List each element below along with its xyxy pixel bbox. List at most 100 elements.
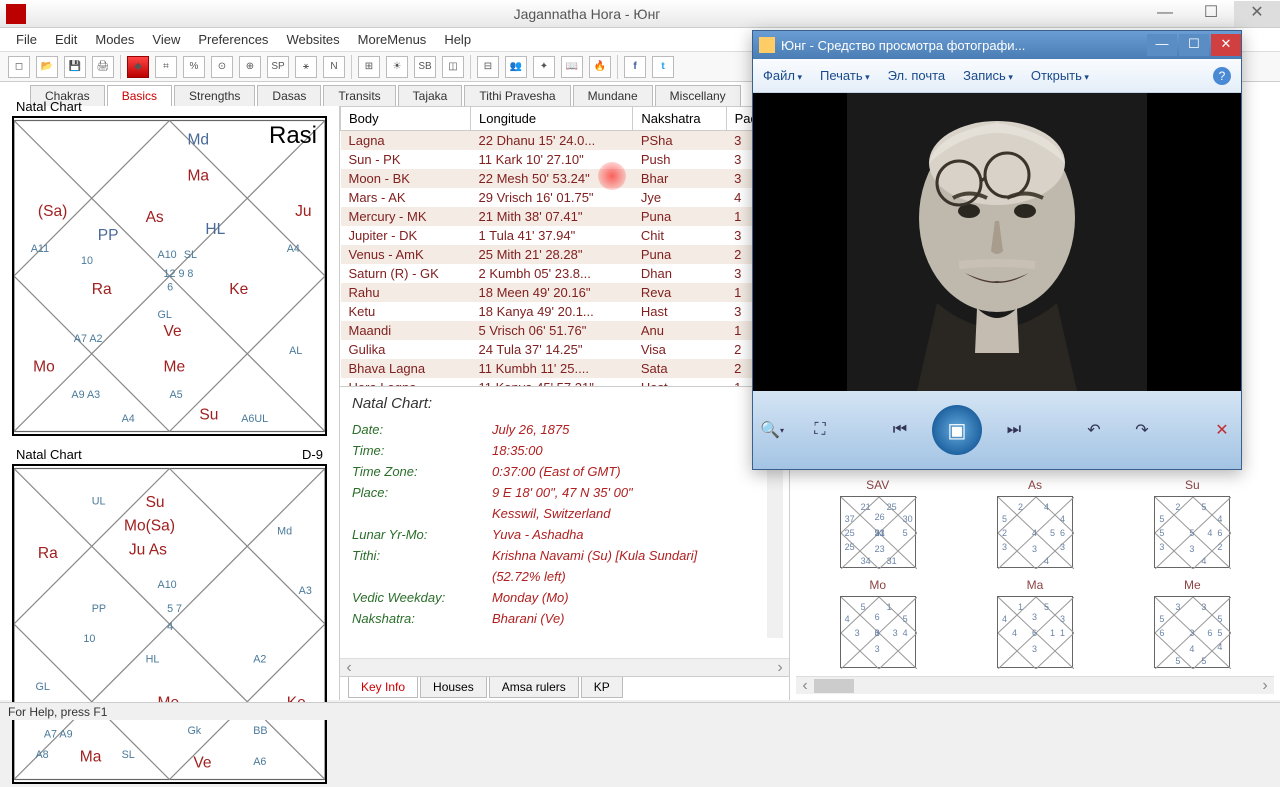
tab-misc[interactable]: Miscellany bbox=[655, 85, 741, 106]
tab-tajaka[interactable]: Tajaka bbox=[398, 85, 463, 106]
grid-icon-3[interactable]: ⊟ bbox=[477, 56, 499, 78]
viewer-menu-record[interactable]: Запись bbox=[963, 68, 1013, 83]
tab-transits[interactable]: Transits bbox=[323, 85, 395, 106]
menu-edit[interactable]: Edit bbox=[47, 30, 85, 49]
mini-chart[interactable]: SAV2125372630259533252334312131 bbox=[804, 478, 951, 568]
mini-chart[interactable]: Ma1543314613 bbox=[961, 578, 1108, 668]
table-row[interactable]: Hora Lagna11 Kanya 45' 57.21"Hast1 bbox=[341, 378, 789, 386]
tool-sb[interactable]: SB bbox=[414, 56, 436, 78]
natal-chart-d9[interactable]: Natal ChartD-9 UL Su Mo(Sa) Md Ra Ju As … bbox=[12, 464, 327, 784]
close-button[interactable]: ✕ bbox=[1234, 1, 1280, 27]
tool-icon-5[interactable]: ✦ bbox=[533, 56, 555, 78]
tool-icon-3[interactable]: ⊕ bbox=[239, 56, 261, 78]
tool-sp[interactable]: SP bbox=[267, 56, 289, 78]
data-icon[interactable]: ⌗ bbox=[155, 56, 177, 78]
tab-tithi[interactable]: Tithi Pravesha bbox=[464, 85, 570, 106]
natal-chart-rasi[interactable]: Natal Chart Rasi Md Ma (Sa) As Ju HL PP … bbox=[12, 116, 327, 436]
tab-mundane[interactable]: Mundane bbox=[573, 85, 653, 106]
viewer-help-icon[interactable]: ? bbox=[1213, 67, 1231, 85]
btab-kp[interactable]: KP bbox=[581, 677, 623, 698]
scrollbar-h-mid[interactable]: ‹› bbox=[340, 658, 789, 676]
fit-button[interactable]: ⛶ bbox=[804, 414, 836, 446]
viewer-maximize[interactable]: ☐ bbox=[1179, 34, 1209, 56]
book-icon[interactable]: 📖 bbox=[561, 56, 583, 78]
svg-text:Ra: Ra bbox=[38, 545, 58, 562]
photo-viewer-window[interactable]: Юнг - Средство просмотра фотографи... — … bbox=[752, 30, 1242, 470]
table-row[interactable]: Maandi5 Vrisch 06' 51.76"Anu1 bbox=[341, 321, 789, 340]
tool-icon-2[interactable]: ⊙ bbox=[211, 56, 233, 78]
prev-button[interactable]: ⏮ bbox=[884, 414, 916, 446]
people-icon[interactable]: 👥 bbox=[505, 56, 527, 78]
open-icon[interactable]: 📂 bbox=[36, 56, 58, 78]
table-row[interactable]: Bhava Lagna11 Kumbh 11' 25....Sata2 bbox=[341, 359, 789, 378]
fire-icon[interactable]: 🔥 bbox=[589, 56, 611, 78]
viewer-title: Юнг - Средство просмотра фотографи... bbox=[781, 38, 1145, 53]
table-row[interactable]: Sun - PK11 Kark 10' 27.10"Push3 bbox=[341, 150, 789, 169]
chart-icon[interactable]: ◆ bbox=[127, 56, 149, 78]
table-row[interactable]: Moon - BK22 Mesh 50' 53.24"Bhar3 bbox=[341, 169, 789, 188]
statusbar: For Help, press F1 bbox=[0, 702, 1280, 720]
mini-chart[interactable]: Su255455643324 bbox=[1119, 478, 1266, 568]
menu-view[interactable]: View bbox=[144, 30, 188, 49]
chart1-type: Rasi bbox=[269, 122, 317, 150]
scrollbar-h-right[interactable]: ‹› bbox=[796, 676, 1274, 694]
svg-text:GL: GL bbox=[36, 681, 50, 693]
slideshow-button[interactable]: ▣ bbox=[932, 405, 982, 455]
sun-icon[interactable]: ☀ bbox=[386, 56, 408, 78]
btab-houses[interactable]: Houses bbox=[420, 677, 487, 698]
chart2-type: D-9 bbox=[302, 447, 323, 462]
btab-keyinfo[interactable]: Key Info bbox=[348, 677, 418, 698]
delete-button[interactable]: ✕ bbox=[1206, 414, 1238, 446]
menu-moremenus[interactable]: MoreMenus bbox=[350, 30, 435, 49]
zoom-button[interactable]: 🔍 bbox=[756, 414, 788, 446]
table-row[interactable]: Venus - AmK25 Mith 21' 28.28"Puna2 bbox=[341, 245, 789, 264]
table-row[interactable]: Ketu18 Kanya 49' 20.1...Hast3 bbox=[341, 302, 789, 321]
menu-preferences[interactable]: Preferences bbox=[190, 30, 276, 49]
col-longitude[interactable]: Longitude bbox=[471, 107, 633, 131]
tool-icon-4[interactable]: ⚹ bbox=[295, 56, 317, 78]
tool-n[interactable]: N bbox=[323, 56, 345, 78]
mini-chart[interactable]: As245424653334 bbox=[961, 478, 1108, 568]
mini-chart[interactable]: Mo51465343633 bbox=[804, 578, 951, 668]
natal-row: Time:18:35:00 bbox=[352, 443, 777, 458]
print-icon[interactable]: 🖨 bbox=[92, 56, 114, 78]
rotate-cw-button[interactable]: ↷ bbox=[1126, 414, 1158, 446]
tool-icon-1[interactable]: % bbox=[183, 56, 205, 78]
new-icon[interactable]: ◻ bbox=[8, 56, 30, 78]
grid-icon-1[interactable]: ⊞ bbox=[358, 56, 380, 78]
svg-text:Ke: Ke bbox=[229, 281, 248, 298]
menu-help[interactable]: Help bbox=[436, 30, 479, 49]
svg-text:A10: A10 bbox=[158, 249, 177, 261]
rotate-ccw-button[interactable]: ↶ bbox=[1078, 414, 1110, 446]
facebook-icon[interactable]: f bbox=[624, 56, 646, 78]
viewer-minimize[interactable]: — bbox=[1147, 34, 1177, 56]
next-button[interactable]: ⏭ bbox=[998, 414, 1030, 446]
viewer-menu-email[interactable]: Эл. почта bbox=[888, 68, 946, 83]
table-row[interactable]: Lagna22 Dhanu 15' 24.0...PSha3 bbox=[341, 131, 789, 151]
viewer-close[interactable]: ✕ bbox=[1211, 34, 1241, 56]
table-row[interactable]: Rahu18 Meen 49' 20.16"Reva1 bbox=[341, 283, 789, 302]
save-icon[interactable]: 💾 bbox=[64, 56, 86, 78]
natal-row: Place:9 E 18' 00", 47 N 35' 00" bbox=[352, 485, 777, 500]
table-row[interactable]: Mercury - MK21 Mith 38' 07.41"Puna1 bbox=[341, 207, 789, 226]
maximize-button[interactable]: ☐ bbox=[1188, 1, 1234, 27]
twitter-icon[interactable]: t bbox=[652, 56, 674, 78]
table-row[interactable]: Gulika24 Tula 37' 14.25"Visa2 bbox=[341, 340, 789, 359]
menu-file[interactable]: File bbox=[8, 30, 45, 49]
menu-modes[interactable]: Modes bbox=[87, 30, 142, 49]
grid-icon-2[interactable]: ◫ bbox=[442, 56, 464, 78]
col-body[interactable]: Body bbox=[341, 107, 471, 131]
natal-row: Tithi:Krishna Navami (Su) [Kula Sundari] bbox=[352, 548, 777, 563]
viewer-menu-print[interactable]: Печать bbox=[820, 68, 870, 83]
btab-amsa[interactable]: Amsa rulers bbox=[489, 677, 579, 698]
viewer-menu-file[interactable]: Файл bbox=[763, 68, 802, 83]
col-nakshatra[interactable]: Nakshatra bbox=[633, 107, 726, 131]
menu-websites[interactable]: Websites bbox=[278, 30, 347, 49]
minimize-button[interactable]: — bbox=[1142, 1, 1188, 27]
mini-chart[interactable]: Me335565644553 bbox=[1119, 578, 1266, 668]
table-row[interactable]: Mars - AK29 Vrisch 16' 01.75"Jye4 bbox=[341, 188, 789, 207]
table-row[interactable]: Jupiter - DK1 Tula 41' 37.94"Chit3 bbox=[341, 226, 789, 245]
viewer-menu-open[interactable]: Открыть bbox=[1031, 68, 1089, 83]
table-row[interactable]: Saturn (R) - GK2 Kumbh 05' 23.8...Dhan3 bbox=[341, 264, 789, 283]
svg-text:(Sa): (Sa) bbox=[38, 203, 67, 220]
